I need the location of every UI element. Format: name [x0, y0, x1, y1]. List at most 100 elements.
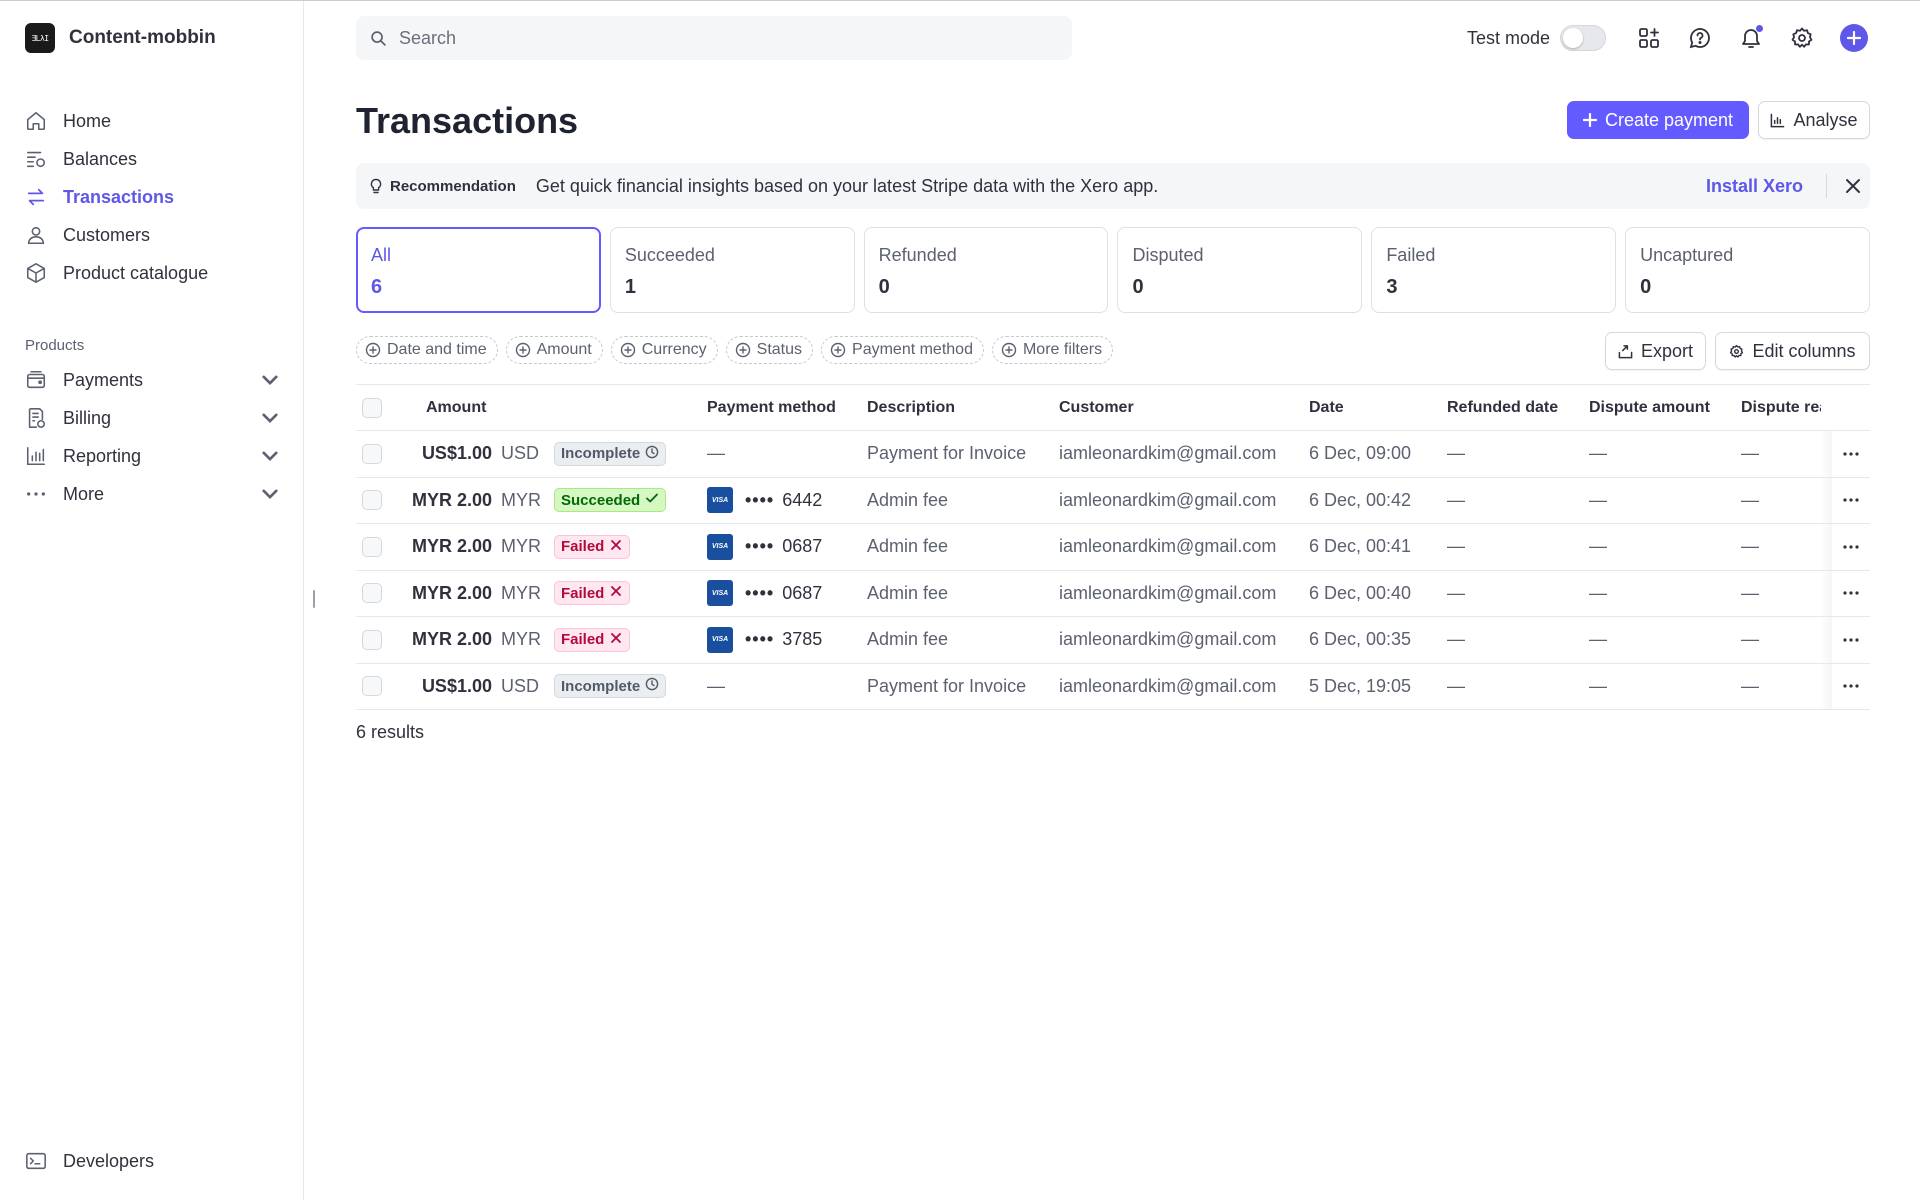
- filter-label: More filters: [1022, 341, 1103, 358]
- column-header-date[interactable]: Date: [1309, 385, 1344, 430]
- sidebar-item-label: Transactions: [63, 186, 175, 207]
- gear-icon: [1730, 344, 1744, 358]
- close-icon[interactable]: [1843, 176, 1863, 196]
- top-bar-actions: Test mode: [1467, 22, 1869, 54]
- payment-method-cell: VISA •••• 0687: [707, 524, 822, 570]
- chevron-down-icon[interactable]: [259, 483, 281, 505]
- table-row[interactable]: MYR 2.00 MYR Succeeded VISA •••• 6442 Admi…: [356, 477, 1870, 524]
- filter-currency[interactable]: Currency: [610, 336, 718, 364]
- column-header-amount[interactable]: Amount: [426, 385, 486, 430]
- results-count: 6 results: [356, 722, 425, 742]
- amount-value: MYR 2.00: [411, 629, 492, 650]
- column-header-dispute-reason[interactable]: Dispute rea: [1741, 385, 1821, 430]
- row-checkbox[interactable]: [362, 583, 382, 604]
- row-actions-button[interactable]: [1832, 663, 1870, 709]
- status-card-refunded[interactable]: Refunded 0: [863, 227, 1109, 313]
- table-row[interactable]: MYR 2.00 MYR Failed VISA •••• 3785 Admin f…: [356, 617, 1870, 664]
- create-payment-button[interactable]: Create payment: [1567, 101, 1749, 139]
- description-value: Payment for Invoice: [867, 443, 1027, 464]
- edit-columns-button[interactable]: Edit columns: [1715, 332, 1870, 370]
- status-badge: Incomplete: [554, 674, 667, 699]
- sidebar-item-customers[interactable]: Customers: [25, 216, 285, 254]
- filter-amount[interactable]: Amount: [505, 336, 603, 364]
- chevron-down-icon[interactable]: [259, 407, 281, 429]
- sidebar-item-developers[interactable]: Developers: [25, 1142, 154, 1180]
- account-switcher[interactable]: ƎLλI Content-mobbin: [25, 23, 216, 53]
- table-row[interactable]: US$1.00 USD Incomplete — Payment for Inv…: [356, 431, 1870, 478]
- status-card-failed[interactable]: Failed 3: [1371, 227, 1617, 313]
- payments-icon: [26, 370, 46, 389]
- chevron-down-icon[interactable]: [259, 369, 281, 391]
- more-horizontal-icon: [1843, 545, 1859, 549]
- more-horizontal-icon: [1843, 638, 1859, 642]
- status-card-disputed[interactable]: Disputed 0: [1117, 227, 1363, 313]
- search-bar[interactable]: [356, 16, 1072, 60]
- status-badge: Succeeded: [554, 488, 667, 513]
- customer-email[interactable]: iamleonardkim@gmail.com: [1059, 478, 1276, 524]
- sidebar-item-balances[interactable]: Balances: [25, 140, 285, 178]
- customer-email[interactable]: iamleonardkim@gmail.com: [1059, 431, 1276, 477]
- sidebar-item-home[interactable]: Home: [25, 102, 285, 140]
- status-card-all[interactable]: All 6: [356, 227, 601, 313]
- row-actions-button[interactable]: [1832, 477, 1870, 523]
- status-badge-cell: Failed: [554, 571, 631, 617]
- customer-email[interactable]: iamleonardkim@gmail.com: [1059, 617, 1276, 663]
- sidebar-item-payments[interactable]: Payments: [25, 361, 281, 399]
- row-checkbox[interactable]: [362, 443, 382, 464]
- dispute-reason-value: —: [1741, 536, 1759, 557]
- description-value: Admin fee: [867, 582, 949, 603]
- apps-button[interactable]: [1636, 25, 1662, 51]
- payment-method-cell: —: [707, 431, 725, 477]
- status-card-label: Refunded: [878, 245, 957, 265]
- table-row[interactable]: MYR 2.00 MYR Failed VISA •••• 0687 Admin f…: [356, 524, 1870, 571]
- row-checkbox[interactable]: [362, 536, 382, 557]
- sidebar-item-reporting[interactable]: Reporting: [25, 437, 281, 475]
- row-actions-button[interactable]: [1832, 431, 1870, 477]
- column-header-payment-method[interactable]: Payment method: [707, 385, 836, 430]
- sidebar-item-transactions[interactable]: Transactions: [25, 178, 285, 216]
- row-actions-button[interactable]: [1832, 570, 1870, 616]
- sidebar-item-more[interactable]: More: [25, 475, 281, 513]
- column-header-dispute-amount[interactable]: Dispute amount: [1589, 385, 1710, 430]
- row-actions-button[interactable]: [1832, 617, 1870, 663]
- sidebar-resize-handle[interactable]: [313, 590, 315, 608]
- help-button[interactable]: [1687, 25, 1713, 51]
- table-row[interactable]: US$1.00 USD Incomplete — Payment for Inv…: [356, 663, 1870, 710]
- customer-email[interactable]: iamleonardkim@gmail.com: [1059, 571, 1276, 617]
- status-badge-cell: Succeeded: [554, 478, 667, 524]
- row-checkbox[interactable]: [362, 490, 382, 511]
- row-actions-button[interactable]: [1832, 524, 1870, 570]
- table-row[interactable]: MYR 2.00 MYR Failed VISA •••• 0687 Admin f…: [356, 570, 1870, 617]
- quick-create-button[interactable]: [1840, 24, 1869, 52]
- filter-date-and-time[interactable]: Date and time: [356, 336, 498, 364]
- status-card-uncaptured[interactable]: Uncaptured 0: [1625, 227, 1870, 313]
- settings-button[interactable]: [1789, 25, 1815, 51]
- column-header-customer[interactable]: Customer: [1059, 385, 1134, 430]
- filter-label: Currency: [641, 341, 707, 358]
- sidebar-item-billing[interactable]: Billing: [25, 399, 281, 437]
- customer-email[interactable]: iamleonardkim@gmail.com: [1059, 524, 1276, 570]
- filter-payment-method[interactable]: Payment method: [821, 336, 984, 364]
- install-xero-link[interactable]: Install Xero: [1706, 176, 1803, 197]
- filter-more-filters[interactable]: More filters: [991, 336, 1114, 364]
- export-button[interactable]: Export: [1605, 332, 1706, 370]
- select-all-checkbox[interactable]: [362, 397, 382, 418]
- search-input[interactable]: [399, 27, 1039, 49]
- column-header-refunded-date[interactable]: Refunded date: [1447, 385, 1558, 430]
- date-value: 6 Dec, 00:40: [1309, 582, 1412, 603]
- test-mode-toggle[interactable]: [1560, 25, 1607, 51]
- notifications-button[interactable]: [1738, 25, 1764, 51]
- chevron-down-icon[interactable]: [259, 445, 281, 467]
- status-card-succeeded[interactable]: Succeeded 1: [609, 227, 855, 313]
- currency-value: MYR: [501, 582, 541, 603]
- row-select-cell: [362, 478, 382, 524]
- row-checkbox[interactable]: [362, 676, 382, 697]
- row-checkbox[interactable]: [362, 629, 382, 650]
- analyse-label: Analyse: [1793, 109, 1858, 130]
- refunded-date-value: —: [1447, 675, 1465, 696]
- filter-status[interactable]: Status: [725, 336, 814, 364]
- column-header-description[interactable]: Description: [867, 385, 955, 430]
- sidebar-item-product-catalogue[interactable]: Product catalogue: [25, 254, 285, 292]
- customer-email[interactable]: iamleonardkim@gmail.com: [1059, 664, 1276, 710]
- analyse-button[interactable]: Analyse: [1758, 101, 1870, 139]
